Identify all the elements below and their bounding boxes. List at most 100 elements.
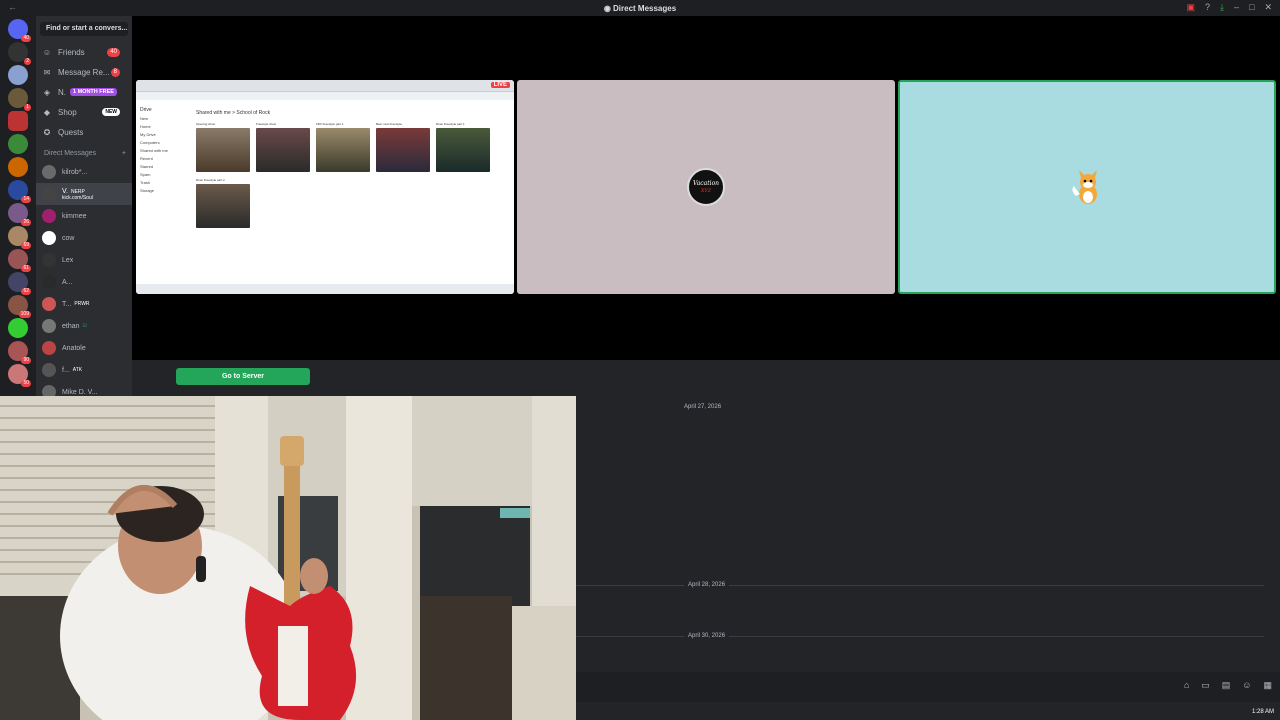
drive-nav-item[interactable]: Starred bbox=[140, 164, 188, 169]
date-separator: April 30, 2026 bbox=[684, 633, 730, 639]
server-icon[interactable]: 1 bbox=[8, 88, 31, 111]
download-icon[interactable]: ⤓ bbox=[1220, 2, 1224, 13]
gif-icon[interactable]: ▭ bbox=[1201, 680, 1210, 691]
server-icon[interactable]: 26 bbox=[8, 203, 31, 226]
drive-file[interactable]: Rose Freestyle part 1 bbox=[436, 122, 490, 172]
dm-item[interactable]: T... PRWR bbox=[36, 293, 132, 315]
drive-nav-item[interactable]: Computers bbox=[140, 140, 188, 145]
avatar: Vacation XYZ bbox=[687, 168, 725, 206]
nav-message-requests[interactable]: ✉ Message Re... 8 bbox=[36, 62, 132, 82]
participant-tile[interactable]: Vacation XYZ bbox=[517, 80, 895, 294]
divider bbox=[576, 585, 1264, 586]
server-badge: 40 bbox=[21, 35, 31, 42]
file-thumbnail bbox=[376, 128, 430, 172]
drive-nav-item[interactable]: Home bbox=[140, 124, 188, 129]
screenshare-tile[interactable]: LIVE Drive New Home My Drive Computers S… bbox=[136, 80, 514, 294]
dm-item[interactable]: V. NERP kick.com/Soul bbox=[36, 183, 132, 205]
file-thumbnail bbox=[316, 128, 370, 172]
apps-icon[interactable]: ▦ bbox=[1263, 680, 1272, 691]
server-icon[interactable]: 50 bbox=[8, 364, 31, 387]
server-icon[interactable] bbox=[8, 65, 28, 85]
gift-icon[interactable]: ▣ bbox=[1186, 2, 1195, 13]
server-icon[interactable]: 69 bbox=[8, 226, 31, 249]
drive-nav-item[interactable]: Spam bbox=[140, 172, 188, 177]
file-thumbnail bbox=[196, 128, 250, 172]
nav-shop[interactable]: ◆ Shop NEW bbox=[36, 102, 132, 122]
nav-label: Quests bbox=[58, 127, 84, 137]
file-thumbnail bbox=[436, 128, 490, 172]
gift-icon[interactable]: ⌂ bbox=[1184, 680, 1189, 691]
dm-name: Lex bbox=[62, 256, 74, 264]
drive-breadcrumb: Shared with me > School of Rock bbox=[196, 110, 271, 116]
fox-avatar-icon bbox=[1072, 170, 1097, 204]
dm-item[interactable]: Anatole bbox=[36, 337, 132, 359]
dm-item[interactable]: f... ATK bbox=[36, 359, 132, 381]
nav-nitro[interactable]: ◈ N. 1 MONTH FREE bbox=[36, 82, 132, 102]
dm-item[interactable]: Lex bbox=[36, 249, 132, 271]
divider bbox=[576, 636, 1264, 637]
date-separator: April 27, 2026 bbox=[684, 404, 722, 410]
dm-item[interactable]: ethan ☑ bbox=[36, 315, 132, 337]
server-icon[interactable] bbox=[8, 134, 28, 154]
plus-icon[interactable]: + bbox=[122, 150, 126, 157]
nav-friends[interactable]: ☺ Friends 40 bbox=[36, 42, 132, 62]
live-badge: LIVE bbox=[490, 82, 510, 88]
browser-tabbar bbox=[136, 80, 514, 92]
avatar bbox=[42, 231, 56, 245]
dm-name: kimmee bbox=[62, 212, 87, 220]
call-controls-bar: ⌂ ▭ ▤ ☺ ▦ bbox=[576, 672, 1280, 702]
nav-label: Message Re... bbox=[58, 67, 110, 77]
dm-tag: ATK bbox=[72, 367, 83, 373]
home-button[interactable]: 40 bbox=[8, 19, 31, 42]
drive-file[interactable]: Beer next Freestyle bbox=[376, 122, 430, 172]
close-icon[interactable]: ✕ bbox=[1264, 2, 1272, 13]
drive-nav-item[interactable]: My Drive bbox=[140, 132, 188, 137]
server-icon[interactable]: 61 bbox=[8, 249, 31, 272]
help-icon[interactable]: ? bbox=[1205, 2, 1210, 13]
server-badge: 61 bbox=[21, 265, 31, 272]
browser-urlbar bbox=[136, 92, 514, 100]
dm-name: ethan bbox=[62, 322, 80, 330]
requests-badge: 8 bbox=[110, 67, 120, 77]
dm-item[interactable]: Mike D. V... bbox=[36, 381, 132, 396]
drive-nav-item[interactable]: Storage bbox=[140, 188, 188, 193]
avatar bbox=[42, 341, 56, 355]
server-icon[interactable]: 62 bbox=[8, 272, 31, 295]
server-icon[interactable] bbox=[8, 111, 28, 131]
dm-tag: NERP bbox=[70, 188, 85, 195]
drive-file[interactable]: Freestyle show bbox=[256, 122, 310, 172]
drive-nav-item[interactable]: Shared with me bbox=[140, 148, 188, 153]
server-icon[interactable]: 2 bbox=[8, 42, 31, 65]
dm-header: Direct Messages + bbox=[36, 142, 132, 161]
sticker-icon[interactable]: ▤ bbox=[1222, 680, 1231, 691]
nav-quests[interactable]: ✪ Quests bbox=[36, 122, 132, 142]
dm-item[interactable]: cow bbox=[36, 227, 132, 249]
server-icon[interactable]: 14 bbox=[8, 180, 31, 203]
minimize-icon[interactable]: – bbox=[1234, 2, 1239, 13]
drive-nav-item[interactable]: Recent bbox=[140, 156, 188, 161]
drive-nav-item[interactable]: New bbox=[140, 116, 188, 121]
server-badge: 90 bbox=[21, 357, 31, 364]
drive-file[interactable]: Opening show bbox=[196, 122, 250, 172]
drive-nav-item[interactable]: Trash bbox=[140, 180, 188, 185]
nitro-icon: ◈ bbox=[43, 87, 51, 97]
dm-item[interactable]: A... bbox=[36, 271, 132, 293]
server-icon[interactable]: 90 bbox=[8, 341, 31, 364]
dm-item[interactable]: kilrob*... bbox=[36, 161, 132, 183]
server-icon[interactable] bbox=[8, 157, 28, 177]
avatar bbox=[42, 165, 56, 179]
search-input[interactable]: Find or start a convers... bbox=[40, 22, 128, 36]
dm-item[interactable]: kimmee bbox=[36, 205, 132, 227]
drive-file[interactable]: Fifth Freestyle part 1 bbox=[316, 122, 370, 172]
avatar-subtext: XYZ bbox=[700, 187, 712, 194]
server-icon[interactable] bbox=[8, 318, 28, 338]
call-stage: LIVE Drive New Home My Drive Computers S… bbox=[132, 16, 1280, 360]
drive-file[interactable]: Rose Freestyle part 2 bbox=[196, 178, 250, 228]
file-thumbnail bbox=[196, 184, 250, 228]
participant-tile-speaking[interactable] bbox=[898, 80, 1276, 294]
maximize-icon[interactable]: □ bbox=[1249, 2, 1254, 13]
go-to-server-button[interactable]: Go to Server bbox=[176, 368, 310, 385]
taskbar bbox=[136, 284, 514, 294]
server-icon[interactable]: 109 bbox=[8, 295, 31, 318]
emoji-icon[interactable]: ☺ bbox=[1242, 680, 1251, 691]
